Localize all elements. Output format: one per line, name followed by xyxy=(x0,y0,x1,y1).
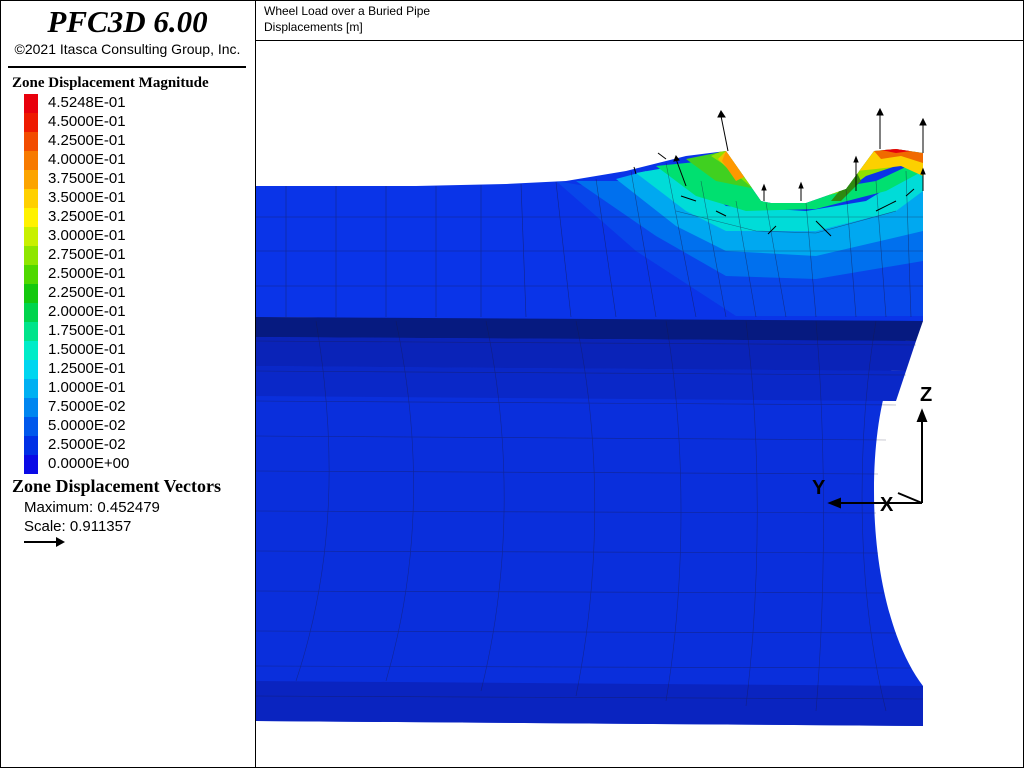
legend-value-label: 4.2500E-01 xyxy=(48,132,126,149)
pipe-bottom-band xyxy=(256,681,923,726)
legend-value-label: 3.2500E-01 xyxy=(48,208,126,225)
app-title: PFC3D 6.00 xyxy=(47,4,208,39)
legend-value-label: 1.0000E-01 xyxy=(48,379,126,396)
legend-swatch xyxy=(24,284,38,303)
legend-panel: PFC3D 6.00 ©2021 Itasca Consulting Group… xyxy=(0,0,256,768)
z-axis-label: Z xyxy=(920,384,933,406)
vectors-title: Zone Displacement Vectors xyxy=(12,476,221,496)
plot-title: Wheel Load over a Buried Pipe xyxy=(264,4,431,18)
title-divider xyxy=(8,66,246,68)
legend-value-label: 4.5000E-01 xyxy=(48,113,126,130)
model-render xyxy=(256,107,928,726)
legend-value-label: 3.7500E-01 xyxy=(48,170,126,187)
copyright-text: ©2021 Itasca Consulting Group, Inc. xyxy=(14,41,241,57)
legend-value-label: 2.5000E-01 xyxy=(48,265,126,282)
pipe-shade-band xyxy=(256,337,916,371)
legend-swatch xyxy=(24,322,38,341)
x-axis-label: X xyxy=(880,494,894,516)
legend-swatch xyxy=(24,132,38,151)
legend-swatch xyxy=(24,189,38,208)
legend-swatch xyxy=(24,436,38,455)
plot-subtitle: Displacements [m] xyxy=(264,20,363,34)
model-viewport[interactable]: Z Y X xyxy=(256,41,1023,767)
legend-swatch xyxy=(24,227,38,246)
legend-swatch xyxy=(24,151,38,170)
legend-value-label: 4.5248E-01 xyxy=(48,94,126,111)
pipe-shade-band-2 xyxy=(256,366,906,401)
legend-swatch xyxy=(24,417,38,436)
legend-value-label: 2.2500E-01 xyxy=(48,284,126,301)
legend-value-label: 1.2500E-01 xyxy=(48,360,126,377)
pipe-dark-band xyxy=(256,317,923,341)
plot-header: Wheel Load over a Buried Pipe Displaceme… xyxy=(256,0,1023,41)
legend-value-label: 1.7500E-01 xyxy=(48,322,126,339)
vectors-maximum: Maximum: 0.452479 xyxy=(24,499,160,516)
legend-swatch xyxy=(24,208,38,227)
legend-value-label: 0.0000E+00 xyxy=(48,455,130,472)
vectors-scale: Scale: 0.911357 xyxy=(24,518,132,535)
legend-value-label: 2.5000E-02 xyxy=(48,436,126,453)
legend-swatch xyxy=(24,94,38,113)
legend-swatch xyxy=(24,246,38,265)
legend-value-label: 4.0000E-01 xyxy=(48,151,126,168)
legend-value-label: 3.0000E-01 xyxy=(48,227,126,244)
legend-value-label: 2.0000E-01 xyxy=(48,303,126,320)
legend-swatch xyxy=(24,341,38,360)
legend-swatch xyxy=(24,360,38,379)
legend-color-scale xyxy=(24,94,38,474)
legend-swatch xyxy=(24,455,38,474)
legend-value-label: 5.0000E-02 xyxy=(48,417,126,434)
legend-title: Zone Displacement Magnitude xyxy=(12,75,209,91)
legend-swatch xyxy=(24,170,38,189)
legend-swatch xyxy=(24,265,38,284)
legend-swatch xyxy=(24,303,38,322)
y-axis-label: Y xyxy=(812,477,826,499)
legend-value-label: 3.5000E-01 xyxy=(48,189,126,206)
legend-value-label: 7.5000E-02 xyxy=(48,398,126,415)
legend-value-label: 1.5000E-01 xyxy=(48,341,126,358)
vector-arrow-icon xyxy=(24,537,65,547)
legend-swatch xyxy=(24,398,38,417)
legend-value-label: 2.7500E-01 xyxy=(48,246,126,263)
legend-swatch xyxy=(24,379,38,398)
legend-swatch xyxy=(24,113,38,132)
